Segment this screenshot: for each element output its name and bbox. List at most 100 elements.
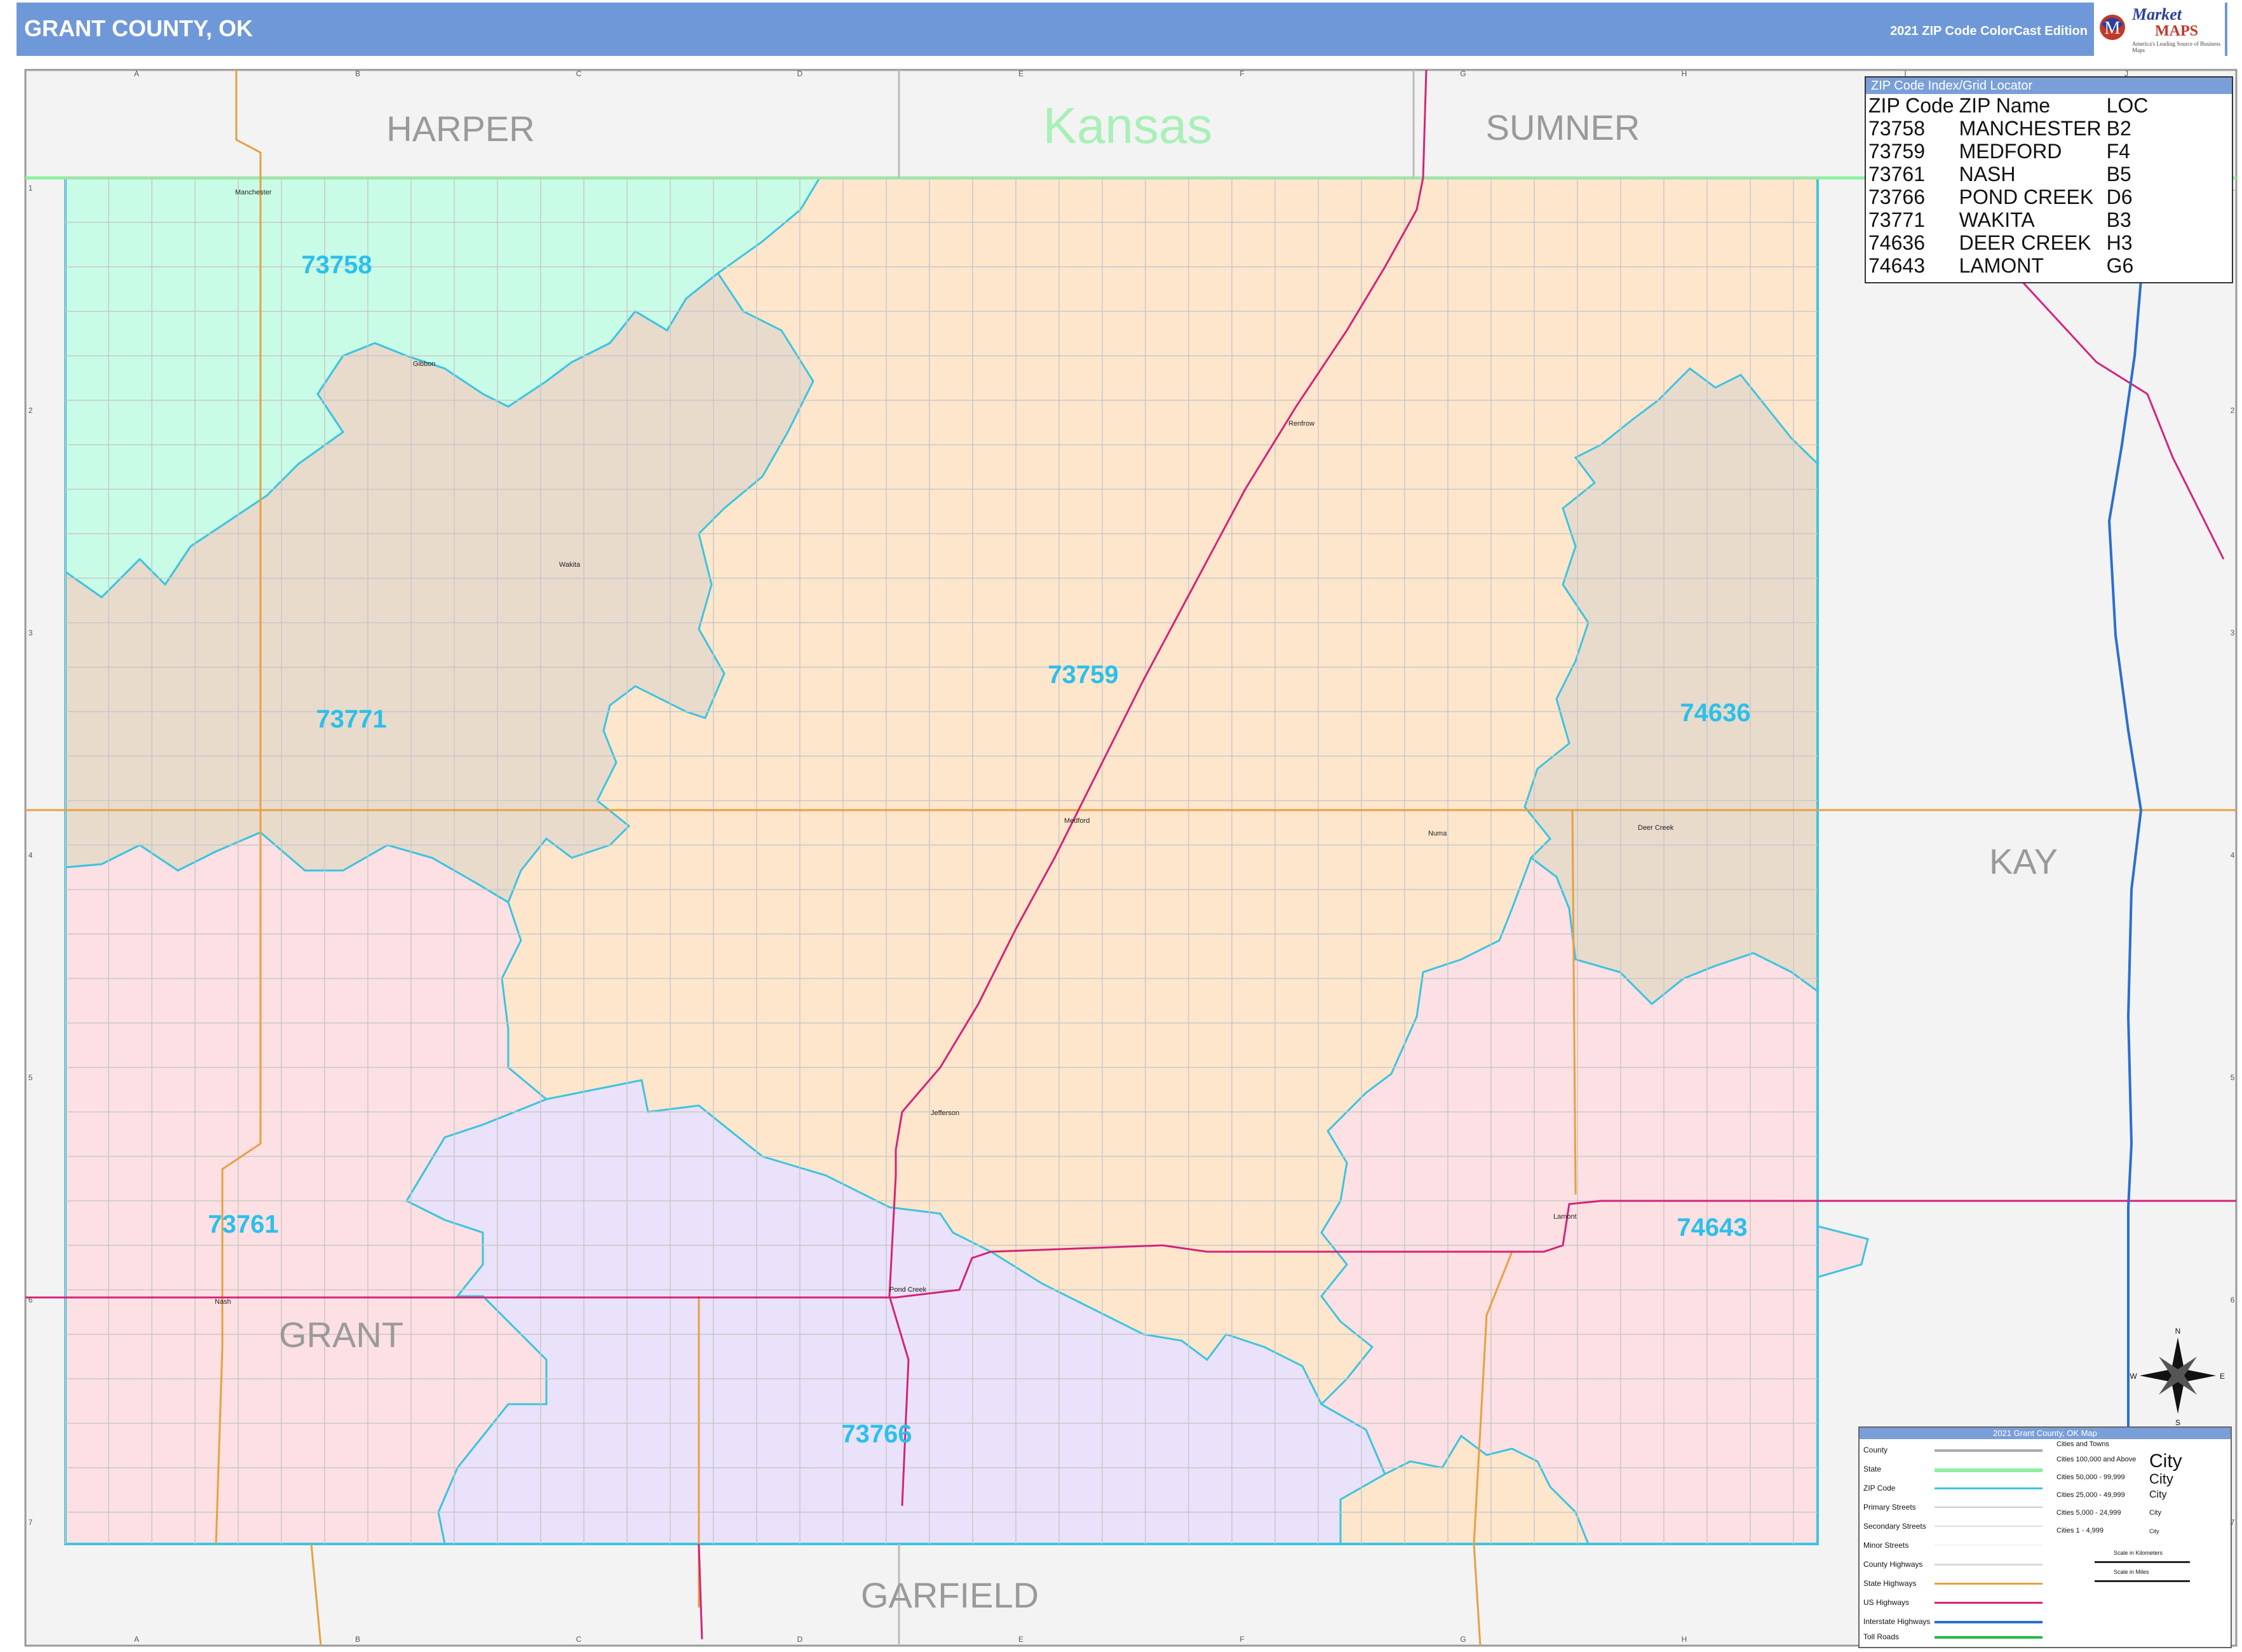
grid-row-label: 2 [29,406,33,415]
grid-col-label: H [1682,69,1687,78]
city-sample: City [2149,1509,2161,1517]
grid-row-label: 6 [29,1296,33,1304]
county-label-harper: HARPER [386,109,534,149]
grid-col-label: B [355,69,360,78]
legend-item: ZIP Code [1863,1484,1896,1493]
legend-item: County Highways [1863,1560,1923,1569]
grid-col-label: F [1239,69,1244,78]
grid-col-label: C [576,1635,582,1644]
table-row: 74636 DEER CREEK H3 [1868,231,2153,254]
grid-row-label: 2 [2231,406,2235,415]
grid-row-label: 5 [2231,1073,2235,1082]
town-renfrow: Renfrow [1288,420,1314,428]
col-header: LOC [2106,94,2149,117]
cities-header: Cities and Towns [2056,1440,2109,1448]
grid-col-label: A [134,1635,139,1644]
zip-label-73761: 73761 [208,1210,278,1238]
town-manchester: Manchester [235,189,272,196]
zip-index-title: ZIP Code Index/Grid Locator [1866,78,2232,94]
col-header: ZIP Code [1868,94,1954,117]
name-cell: LAMONT [1959,254,2044,277]
town-nash: Nash [215,1298,231,1306]
town-medford: Medford [1064,817,1090,825]
city-sample: City [2149,1489,2167,1500]
name-cell: NASH [1959,163,2016,186]
grid-col-label: H [1682,1635,1687,1644]
loc-cell: B2 [2106,117,2131,140]
zip-index-header-row: ZIP Code ZIP Name LOC [1868,94,2153,117]
table-row: 73759 MEDFORD F4 [1868,140,2153,163]
grid-row-label: 5 [29,1073,33,1082]
legend-item: US Highways [1863,1598,1910,1607]
zip-cell: 74636 [1868,231,1925,254]
city-sample: City [2149,1471,2173,1487]
legend-title: 2021 Grant County, OK Map [1860,1428,2231,1439]
city-tier: Cities 1 - 4,999 [2056,1527,2104,1534]
legend-swatch-zip [1935,1487,2043,1489]
grid-col-label: C [576,69,582,78]
table-row: 73771 WAKITA B3 [1868,208,2153,231]
legend-item: State Highways [1863,1579,1917,1588]
grid-col-label: D [797,1635,803,1644]
grid-row-label: 7 [29,1518,33,1527]
town-numa: Numa [1428,830,1447,837]
loc-cell: D6 [2106,186,2133,208]
town-gibbon: Gibbon [413,360,435,368]
city-tier: Cities 100,000 and Above [2056,1456,2137,1463]
loc-cell: G6 [2106,254,2134,277]
zip-index-table: ZIP Code Index/Grid Locator ZIP Code ZIP… [1865,76,2233,283]
grid-col-label: E [1018,69,1023,78]
county-label-garfield: GARFIELD [861,1575,1039,1615]
zip-cell: 73758 [1868,117,1925,140]
table-row: 74643 LAMONT G6 [1868,254,2153,277]
loc-cell: B3 [2106,208,2131,231]
legend-swatch-interstate [1935,1621,2043,1623]
town-wakita: Wakita [559,561,581,569]
loc-cell: B5 [2106,163,2131,186]
legend-swatch-state [1935,1468,2043,1472]
grid-row-label: 4 [29,851,33,860]
name-cell: POND CREEK [1959,186,2094,208]
legend-item: State [1863,1465,1882,1473]
grid-col-label: B [355,1635,360,1644]
zip-cell: 73759 [1868,140,1925,163]
legend-swatch-county [1935,1449,2043,1452]
state-label-kansas: Kansas [1043,97,1213,154]
zip-label-74636: 74636 [1680,699,1750,727]
grid-row-label: 6 [2231,1296,2235,1304]
city-tier: Cities 5,000 - 24,999 [2056,1509,2121,1517]
table-row: 73758 MANCHESTER B2 [1868,117,2153,140]
legend-item: County [1863,1446,1888,1454]
zip-cell: 73771 [1868,208,1925,231]
scale-km-bar [2095,1561,2190,1563]
table-row: 73766 POND CREEK D6 [1868,186,2153,208]
zip-cell: 74643 [1868,254,1925,277]
legend-item: Toll Roads [1863,1632,1900,1641]
grid-col-label: D [797,69,803,78]
zip-label-74643: 74643 [1677,1214,1747,1242]
grid-row-label: 1 [29,184,33,193]
zip-label-73759: 73759 [1048,661,1118,689]
grid-col-label: G [1460,69,1466,78]
zip-cell: 73761 [1868,163,1925,186]
grid-col-label: E [1018,1635,1023,1644]
scale-mi-bar [2095,1580,2190,1582]
city-tier: Cities 50,000 - 99,999 [2056,1473,2125,1481]
grid-col-label: A [134,69,139,78]
legend-item: Minor Streets [1863,1541,1909,1550]
town-lamont: Lamont [1553,1213,1577,1221]
compass-w: W [2130,1372,2137,1381]
town-pond-creek: Pond Creek [889,1286,927,1294]
legend-swatch-us-hwy [1935,1602,2043,1604]
legend-swatch-state-hwy [1935,1583,2043,1585]
zip-label-73758: 73758 [301,251,372,279]
legend-swatch-primary [1935,1506,2043,1508]
county-label-grant: GRANT [279,1315,403,1355]
legend-item: Secondary Streets [1863,1522,1926,1531]
city-sample: City [2149,1528,2159,1534]
col-header: ZIP Name [1959,94,2051,117]
legend-swatch-county-hwy [1935,1564,2043,1566]
county-label-kay: KAY [1989,841,2058,881]
loc-cell: F4 [2106,140,2130,163]
grid-row-label: 3 [29,628,33,637]
